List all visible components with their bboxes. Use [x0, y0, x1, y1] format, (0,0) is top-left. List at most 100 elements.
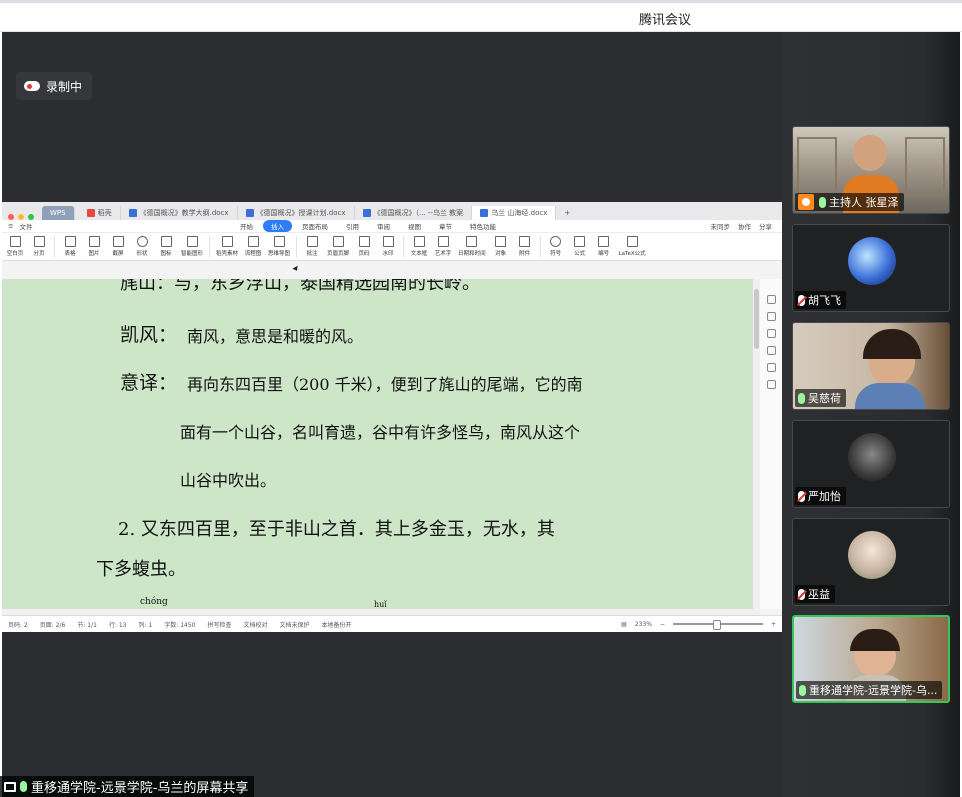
- history-icon[interactable]: [766, 380, 776, 389]
- status-protect[interactable]: 文档未保护: [280, 620, 310, 629]
- divider: [54, 236, 55, 258]
- title-bar: 腾讯会议: [0, 3, 962, 32]
- status-backup[interactable]: 本地备份开: [322, 620, 352, 629]
- tab-daoke[interactable]: 稻壳: [79, 206, 121, 220]
- status-spellcheck[interactable]: 拼写检查: [207, 620, 231, 629]
- status-words[interactable]: 字数: 1450: [164, 620, 195, 629]
- tab-doc-shanhaijing[interactable]: 乌兰 山海经.docx: [472, 206, 557, 220]
- ribbon-tab-home[interactable]: 开始: [232, 220, 261, 232]
- recording-label: 录制中: [46, 79, 83, 94]
- wordart-button[interactable]: 艺术字: [434, 236, 452, 257]
- blank-page-button[interactable]: 空白页: [6, 236, 24, 257]
- numbering-button[interactable]: 编号: [595, 236, 613, 257]
- mindmap-icon: [273, 236, 285, 247]
- icon-button[interactable]: 图标: [157, 236, 175, 257]
- participant-panel: 主持人 张星泽 胡飞飞 吴慈荷 严加怡 巫益 重移通学院-远景学院-乌...: [782, 32, 960, 797]
- ribbon-right-actions: 未同步 协作 分享: [711, 221, 783, 231]
- close-dot-icon[interactable]: [8, 214, 14, 220]
- latex-button[interactable]: LaTeX公式: [619, 236, 646, 257]
- ribbon-label: 文本框: [410, 251, 428, 257]
- ribbon-toolbar: 空白页 分页 表格 图片 截屏 形状 图标 智能图形 稻壳素材 流程图 思维导图…: [2, 233, 782, 261]
- edit-icon[interactable]: [766, 295, 776, 304]
- zoom-slider[interactable]: [672, 620, 763, 630]
- zoom-dot-icon[interactable]: [28, 214, 34, 220]
- ribbon-tab-view[interactable]: 视图: [400, 220, 429, 232]
- page-number-button[interactable]: 页码: [355, 236, 373, 257]
- mic-on-icon: [819, 196, 826, 208]
- ribbon-tab-review[interactable]: 审阅: [369, 220, 398, 232]
- status-row: 行: 13: [108, 621, 127, 629]
- participant-tile[interactable]: 吴慈荷: [792, 322, 950, 410]
- status-right: ▤ 233% − +: [621, 620, 776, 630]
- person-hair: [850, 629, 900, 651]
- screenshot-button[interactable]: 截屏: [109, 236, 127, 257]
- participant-name-tag: 胡飞飞: [795, 291, 846, 309]
- picture-icon: [88, 236, 100, 247]
- watermark-button[interactable]: 水印: [379, 236, 397, 257]
- ribbon-tab-features[interactable]: 特色功能: [462, 220, 504, 232]
- mindmap-button[interactable]: 思维导图: [268, 236, 290, 257]
- daoke-material-button[interactable]: 稻壳素材: [216, 236, 238, 257]
- tab-label: 《德国概况》授课计划.docx: [256, 209, 346, 217]
- view-mode-icon[interactable]: ▤: [621, 621, 627, 628]
- recording-badge[interactable]: 录制中: [16, 72, 93, 100]
- tab-wps[interactable]: WPS: [42, 206, 75, 220]
- participant-tile-speaking[interactable]: 重移通学院-远景学院-乌...: [792, 615, 950, 703]
- header-footer-button[interactable]: 页眉页脚: [327, 236, 349, 257]
- formula-button[interactable]: 公式: [571, 236, 589, 257]
- ribbon-tab-references[interactable]: 引用: [338, 220, 367, 232]
- collab-button[interactable]: 协作: [738, 221, 751, 231]
- comment-button[interactable]: 批注: [303, 236, 321, 257]
- pinyin-annotation: chóng: [140, 597, 168, 607]
- shape-button[interactable]: 形状: [133, 236, 151, 257]
- daoke-icon: [86, 209, 95, 217]
- tab-doc-lesson[interactable]: 《德国概况》（... --乌兰 教案: [355, 206, 473, 220]
- ribbon-label: 空白页: [6, 251, 24, 257]
- picture-button[interactable]: 图片: [85, 236, 103, 257]
- symbol-button[interactable]: 符号: [547, 236, 565, 257]
- participant-tile[interactable]: 胡飞飞: [792, 224, 950, 312]
- datetime-button[interactable]: 日期和时间: [458, 236, 486, 257]
- participant-tile-host[interactable]: 主持人 张星泽: [792, 126, 950, 214]
- shape-tool-icon[interactable]: [766, 363, 776, 372]
- divider: [296, 236, 298, 258]
- vertical-scrollbar[interactable]: [752, 279, 760, 609]
- mic-muted-icon: [798, 294, 805, 306]
- ribbon-label: 水印: [382, 251, 394, 257]
- tab-doc-plan[interactable]: 《德国概况》授课计划.docx: [238, 206, 355, 220]
- zoom-out-icon[interactable]: −: [660, 621, 665, 628]
- person-body: [855, 383, 925, 409]
- participant-tile[interactable]: 巫益: [792, 518, 950, 606]
- share-button[interactable]: 分享: [759, 221, 772, 231]
- ribbon-tab-layout[interactable]: 页面布局: [294, 220, 336, 232]
- zoom-in-icon[interactable]: +: [771, 621, 776, 628]
- participant-name: 胡飞飞: [808, 294, 841, 307]
- shape-icon: [136, 236, 148, 247]
- attachment-button[interactable]: 附件: [516, 236, 534, 257]
- status-proofread[interactable]: 文档校对: [243, 620, 267, 629]
- pagenum-icon: [358, 236, 370, 247]
- file-menu[interactable]: ≡ 文件: [2, 221, 232, 231]
- def-kaifeng: 南风，意思是和暖的风。: [187, 327, 364, 346]
- pointer-icon[interactable]: [766, 312, 776, 321]
- table-button[interactable]: 表格: [61, 236, 79, 257]
- object-button[interactable]: 对象: [492, 236, 510, 257]
- tab-doc-syllabus[interactable]: 《德国概况》教学大纲.docx: [121, 206, 238, 220]
- ribbon-tab-section[interactable]: 章节: [431, 220, 460, 232]
- smartart-button[interactable]: 智能图形: [181, 236, 203, 257]
- settings-icon[interactable]: [766, 329, 776, 338]
- flowchart-button[interactable]: 流程图: [244, 236, 262, 257]
- scroll-thumb[interactable]: [754, 289, 759, 349]
- participant-tile[interactable]: 严加怡: [792, 420, 950, 508]
- minimize-dot-icon[interactable]: [18, 214, 24, 220]
- ribbon-tab-insert[interactable]: 插入: [263, 220, 292, 232]
- page-break-button[interactable]: 分页: [30, 236, 48, 257]
- zoom-level[interactable]: 233%: [635, 621, 652, 628]
- image-icon[interactable]: [766, 346, 776, 355]
- term-kaifeng: 凯风：: [120, 324, 178, 346]
- sync-status[interactable]: 未同步: [711, 221, 731, 231]
- document-page[interactable]: 旄山：与，东乡浮山，泰国精选园南的长岭。 凯风： 南风，意思是和暖的风。 意译：…: [2, 279, 752, 609]
- calendar-icon: [466, 236, 478, 247]
- new-tab-button[interactable]: +: [556, 206, 578, 220]
- textbox-button[interactable]: 文本框: [410, 236, 428, 257]
